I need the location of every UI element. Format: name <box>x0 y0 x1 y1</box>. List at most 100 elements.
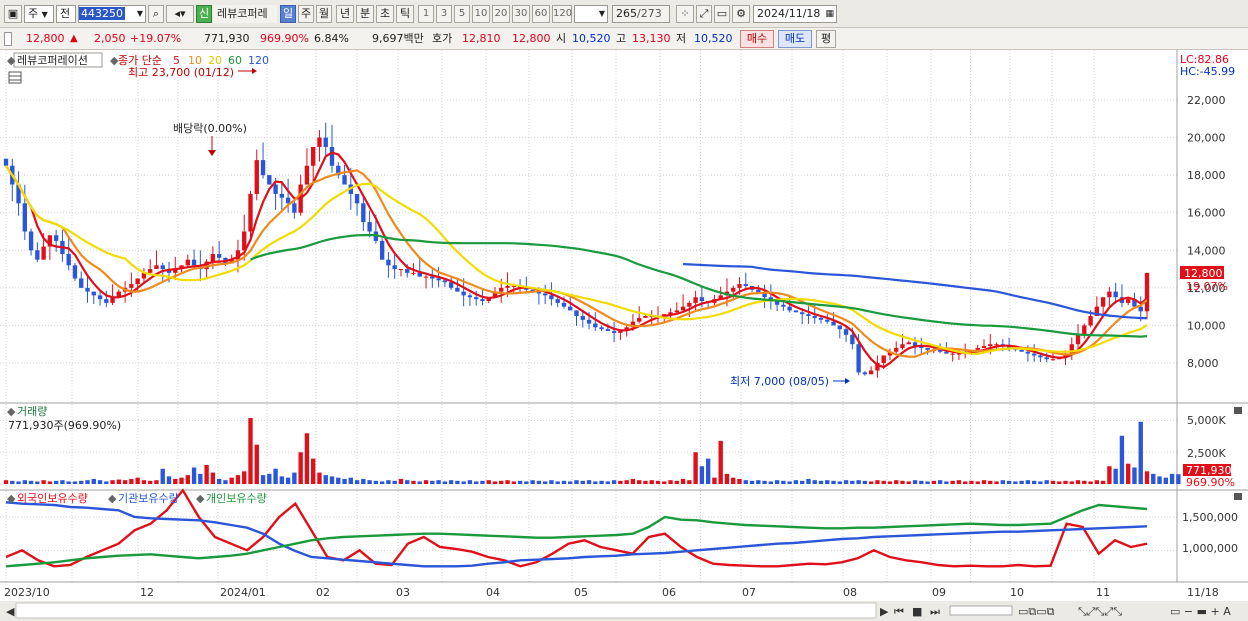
volume-close-icon[interactable] <box>1234 407 1242 414</box>
date-value: 2024/11/18 <box>757 7 821 20</box>
individual-handle-icon[interactable]: ◆ <box>196 492 205 505</box>
price-tick: 8,000 <box>1187 357 1219 370</box>
save-icon[interactable]: ▭ <box>714 5 730 23</box>
volume-bar <box>492 481 498 484</box>
candle <box>818 317 824 320</box>
volume-bar <box>969 480 974 484</box>
period-day[interactable]: 일 <box>280 5 296 23</box>
candle <box>731 287 736 292</box>
grid-icon[interactable]: ⁘ <box>676 5 694 23</box>
table-icon[interactable] <box>8 71 22 84</box>
volume-handle-icon[interactable]: ◆ <box>7 405 16 418</box>
volume-bar <box>818 480 824 484</box>
holding-close-icon[interactable] <box>1234 493 1242 500</box>
interval-10[interactable]: 10 <box>472 5 490 23</box>
volume-bar <box>925 481 930 484</box>
holding-handle-icon[interactable]: ◆ <box>7 492 16 505</box>
draw-icon[interactable]: ⤢ <box>696 5 712 23</box>
zoom-controls[interactable]: ▭ − ▬ + A <box>1170 605 1231 618</box>
volume-bar <box>411 480 416 484</box>
x-tick: 2023/10 <box>4 586 50 599</box>
candle <box>436 278 441 281</box>
candle <box>1144 272 1150 312</box>
forward-icon[interactable]: ⏭ <box>930 605 940 618</box>
institution-handle-icon[interactable]: ◆ <box>108 492 117 505</box>
count-value: 265 <box>616 7 637 20</box>
draw-tools-icon[interactable]: ⤡⤢⤡⤢⤡ <box>1078 605 1122 618</box>
period-week[interactable]: 주 <box>298 5 314 23</box>
candle <box>1050 359 1056 361</box>
candle <box>1107 291 1112 298</box>
search-icon[interactable]: ⌕ <box>148 5 164 23</box>
date-input[interactable]: 2024/11/18 ▦ <box>753 5 837 23</box>
panel-handle-icon[interactable]: ◆ <box>7 54 16 67</box>
volume-bar <box>1094 480 1100 484</box>
market-select[interactable]: 주 ▼ <box>24 5 54 23</box>
candle <box>781 304 786 307</box>
period-month[interactable]: 월 <box>316 5 332 23</box>
up-arrow-icon: ▲ <box>70 33 78 44</box>
candle <box>53 235 59 241</box>
interval-custom[interactable]: ▼ <box>574 5 608 23</box>
zoom-slider[interactable] <box>949 605 1013 616</box>
volume-bar <box>430 480 435 484</box>
candle <box>154 265 159 270</box>
chart-area[interactable]: 22,00020,00018,00016,00014,00012,00010,0… <box>0 50 1248 621</box>
volume-bar <box>116 479 122 484</box>
speaker-icon[interactable]: ◂▾ <box>166 5 194 23</box>
volume-bar <box>173 478 178 484</box>
volume-bar <box>568 481 573 484</box>
volume-bar <box>812 480 817 484</box>
avg-button[interactable]: 평 <box>816 30 836 48</box>
volume-bar <box>906 481 911 484</box>
candle <box>956 353 962 355</box>
scroll-right-icon[interactable]: ▶ <box>880 605 889 618</box>
period-minute[interactable]: 분 <box>356 5 374 23</box>
tools-icon[interactable]: ▭⧉▭⧉ <box>1018 605 1055 618</box>
checkbox[interactable] <box>4 32 12 46</box>
volume-bar <box>649 480 654 484</box>
x-tick: 09 <box>932 586 946 599</box>
window-icon[interactable]: ▣ <box>4 5 22 23</box>
interval-20[interactable]: 20 <box>492 5 510 23</box>
candle <box>411 272 416 274</box>
period-tick[interactable]: 틱 <box>396 5 414 23</box>
gear-icon[interactable]: ⚙ <box>732 5 750 23</box>
candle <box>210 254 216 262</box>
x-tick: 03 <box>396 586 410 599</box>
volume-tick-5000k: 5,000K <box>1187 414 1226 427</box>
buy-button[interactable]: 매수 <box>740 30 774 48</box>
volume-bar <box>1100 480 1106 484</box>
sell-button[interactable]: 매도 <box>778 30 812 48</box>
interval-1[interactable]: 1 <box>418 5 434 23</box>
volume-bar <box>361 478 366 484</box>
stop-icon[interactable]: ■ <box>912 605 922 618</box>
candle <box>894 347 899 352</box>
scroll-thumb[interactable] <box>15 602 877 619</box>
volume-bar <box>875 480 880 484</box>
candle <box>22 203 27 232</box>
interval-120[interactable]: 120 <box>552 5 572 23</box>
period-year[interactable]: 년 <box>336 5 354 23</box>
volume-bar <box>354 480 360 484</box>
volume-bar <box>1082 480 1087 484</box>
foreign-holding-label: 외국인보유수량 <box>17 492 88 505</box>
code-input[interactable]: 443250 ▼ <box>78 5 146 23</box>
toolbar: ▣ 주 ▼ 전 443250 ▼ ⌕ ◂▾ 신 레뷰코퍼레 일 주 월 년 분 … <box>0 0 1248 28</box>
volume-bar <box>850 480 855 484</box>
interval-5[interactable]: 5 <box>454 5 470 23</box>
scroll-left-icon[interactable]: ◀ <box>6 605 15 618</box>
volume-bar <box>373 480 379 484</box>
volume-bar <box>423 480 429 484</box>
volume-bar <box>762 480 767 484</box>
period-second[interactable]: 초 <box>376 5 394 23</box>
interval-30[interactable]: 30 <box>512 5 530 23</box>
volume-bar <box>643 480 648 484</box>
type-select[interactable]: 전 <box>56 5 76 23</box>
volume-bar <box>216 478 222 484</box>
volume-bar <box>392 480 397 484</box>
interval-60[interactable]: 60 <box>532 5 550 23</box>
interval-3[interactable]: 3 <box>436 5 452 23</box>
rewind-icon[interactable]: ⏮ <box>894 605 904 618</box>
candle <box>279 193 285 198</box>
